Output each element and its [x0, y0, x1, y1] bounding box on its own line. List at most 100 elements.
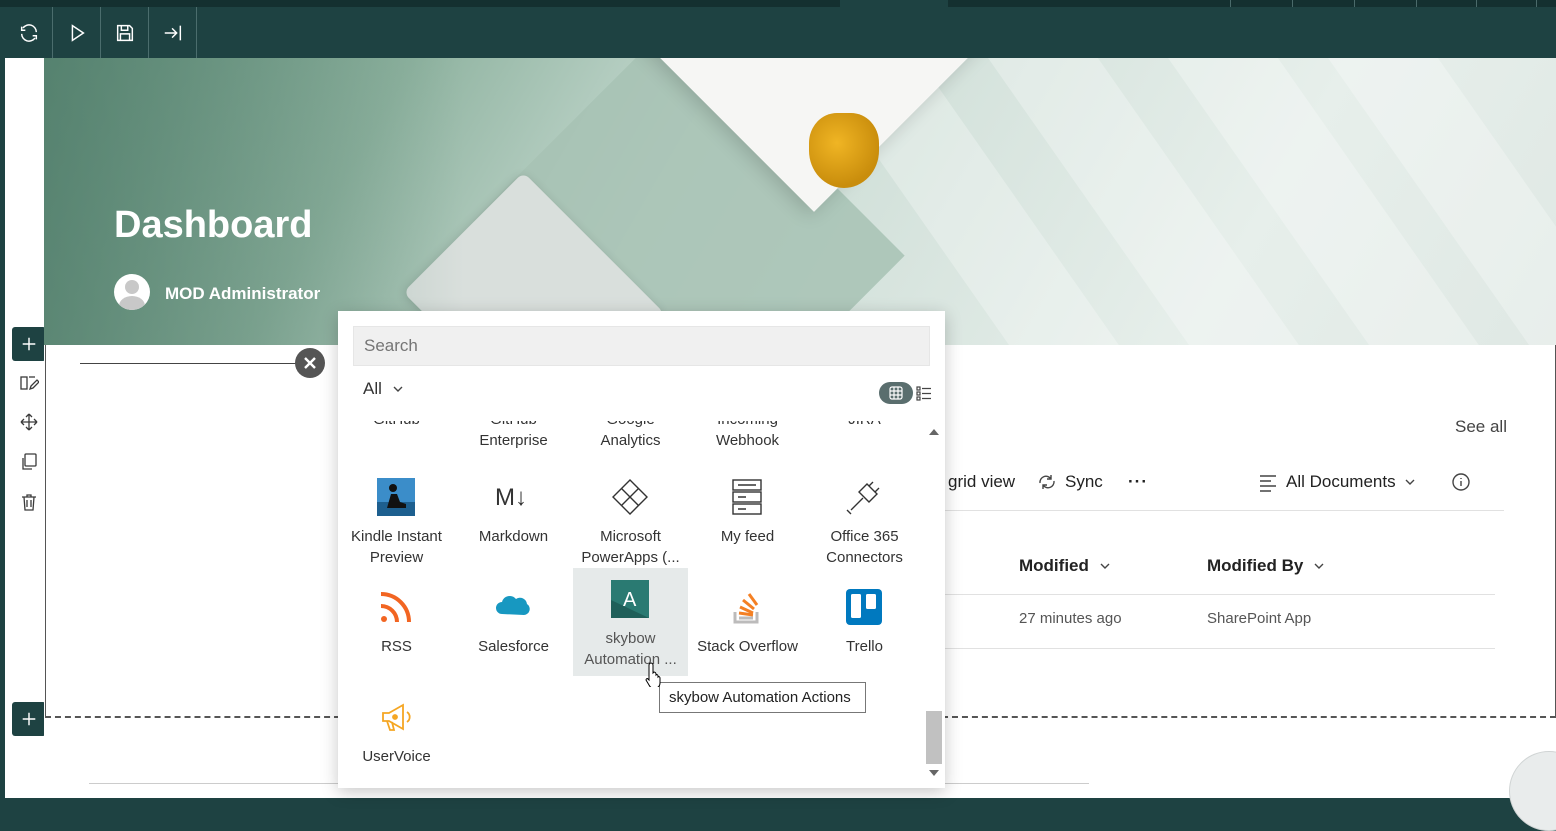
- top-strip-tab: [840, 0, 948, 7]
- move-section-button[interactable]: [17, 410, 41, 434]
- add-section-bottom-button[interactable]: [12, 702, 46, 736]
- duplicate-section-button[interactable]: [17, 450, 41, 474]
- move-icon: [20, 413, 38, 431]
- webpart-tile-markdown[interactable]: M↓ Markdown: [456, 468, 571, 578]
- page-title[interactable]: Dashboard: [114, 204, 312, 247]
- toolbox-scrollbar[interactable]: [926, 421, 942, 788]
- webpart-tile-powerapps[interactable]: Microsoft PowerApps (...: [573, 468, 688, 578]
- webpart-tile-jira[interactable]: JIRA: [807, 421, 922, 456]
- save-icon: [116, 24, 133, 41]
- play-button[interactable]: [53, 7, 101, 58]
- exit-button[interactable]: [149, 7, 197, 58]
- webpart-tile-label: GitHub Enterprise: [479, 421, 548, 449]
- skybow-icon: A: [611, 580, 649, 618]
- webpart-tile-stack-overflow[interactable]: Stack Overflow: [690, 578, 805, 688]
- divider-webpart: [80, 363, 310, 364]
- svg-text:A: A: [623, 589, 637, 611]
- feedback-button[interactable]: [1509, 751, 1556, 831]
- view-selector-label: All Documents: [1286, 472, 1396, 491]
- strip-divider: [1292, 0, 1293, 7]
- sync-icon: [1039, 475, 1055, 489]
- webpart-tile-label: skybow Automation ...: [584, 630, 677, 668]
- grid-icon: [889, 386, 903, 400]
- webpart-tile-my-feed[interactable]: My feed: [690, 468, 805, 578]
- chevron-down-icon: [1405, 479, 1415, 485]
- refresh-icon: [20, 23, 37, 42]
- webpart-tile-label: My feed: [720, 528, 775, 545]
- view-selector[interactable]: All Documents: [1258, 472, 1416, 492]
- webpart-tile-label: Trello: [846, 638, 883, 655]
- list-icon: [916, 386, 931, 401]
- close-icon: [304, 357, 316, 369]
- kindle-icon: [377, 478, 415, 516]
- strip-divider: [1476, 0, 1477, 7]
- svg-text:M↓: M↓: [495, 484, 527, 511]
- webpart-grid: GitHub GitHub Enterprise Google Analytic…: [338, 421, 924, 788]
- webpart-tile-github-enterprise[interactable]: GitHub Enterprise: [456, 421, 571, 456]
- edit-section-icon: [20, 376, 39, 391]
- scroll-down-arrow[interactable]: [929, 770, 939, 776]
- webpart-tile-uservoice[interactable]: UserVoice: [339, 688, 454, 788]
- webpart-tile-skybow[interactable]: A skybow Automation ...: [573, 568, 688, 676]
- webpart-tile-incoming-webhook[interactable]: Incoming Webhook: [690, 421, 805, 456]
- play-icon: [71, 23, 85, 42]
- plug-icon: [845, 478, 883, 516]
- edit-section-button[interactable]: [17, 371, 41, 395]
- strip-divider: [1230, 0, 1231, 7]
- salesforce-icon: [494, 588, 532, 626]
- refresh-button[interactable]: [5, 7, 53, 58]
- chevron-down-icon: [1314, 563, 1324, 569]
- webpart-tile-label: UserVoice: [362, 748, 431, 765]
- view-lines-icon: [1260, 475, 1276, 492]
- column-header-modified-by-label: Modified By: [1207, 556, 1304, 575]
- webpart-tile-label: Microsoft PowerApps (...: [581, 528, 680, 566]
- strip-divider: [1536, 0, 1537, 7]
- top-toolbar: [0, 0, 1556, 58]
- grid-layout-toggle[interactable]: [879, 382, 913, 404]
- strip-divider: [1416, 0, 1417, 7]
- rss-icon: [377, 588, 415, 626]
- grid-view-label: grid view: [948, 472, 1016, 491]
- search-input[interactable]: [353, 326, 930, 366]
- column-header-modified-by[interactable]: Modified By: [1207, 556, 1325, 576]
- webpart-tile-label: Salesforce: [478, 638, 549, 655]
- webpart-tile-office365-connectors[interactable]: Office 365 Connectors: [807, 468, 922, 578]
- save-button[interactable]: [101, 7, 149, 58]
- webpart-tile-google-analytics[interactable]: Google Analytics: [573, 421, 688, 456]
- powerapps-icon: [611, 478, 649, 516]
- tooltip: skybow Automation Actions: [659, 682, 866, 713]
- scroll-thumb[interactable]: [926, 711, 942, 764]
- webpart-tile-label: Markdown: [478, 528, 549, 545]
- chevron-down-icon: [393, 386, 403, 392]
- stackoverflow-icon: [728, 588, 766, 626]
- delete-section-button[interactable]: [17, 490, 41, 514]
- cell-modified-by: SharePoint App: [1207, 610, 1312, 627]
- category-filter[interactable]: All: [363, 379, 404, 399]
- list-divider: [944, 594, 1495, 595]
- webpart-tile-rss[interactable]: RSS: [339, 578, 454, 688]
- scroll-up-arrow[interactable]: [929, 429, 939, 435]
- hero-banner: Dashboard MOD Administrator: [44, 58, 1556, 345]
- list-layout-toggle[interactable]: [916, 385, 932, 401]
- webpart-tile-label: Kindle Instant Preview: [351, 528, 442, 566]
- webpart-tile-github[interactable]: GitHub: [339, 421, 454, 456]
- webpart-tile-kindle[interactable]: Kindle Instant Preview: [339, 468, 454, 578]
- sync-label: Sync: [1065, 472, 1103, 491]
- cell-modified: 27 minutes ago: [1019, 610, 1122, 627]
- grid-view-button[interactable]: grid view: [948, 472, 1015, 492]
- avatar: [114, 274, 150, 310]
- chevron-down-icon: [1100, 563, 1110, 569]
- see-all-link[interactable]: See all: [1455, 417, 1507, 437]
- close-toolbox-button[interactable]: [295, 348, 325, 378]
- author-name: MOD Administrator: [165, 284, 321, 303]
- sync-button[interactable]: Sync: [1037, 472, 1103, 492]
- webpart-tile-salesforce[interactable]: Salesforce: [456, 578, 571, 688]
- more-button[interactable]: ···: [1128, 472, 1148, 492]
- exit-icon: [164, 25, 181, 40]
- webpart-tile-label: GitHub: [341, 421, 452, 430]
- webpart-tile-label: Incoming Webhook: [715, 421, 780, 449]
- info-button[interactable]: [1451, 472, 1471, 492]
- column-header-modified[interactable]: Modified: [1019, 556, 1111, 576]
- webpart-tile-trello[interactable]: Trello: [807, 578, 922, 688]
- add-section-button[interactable]: [12, 327, 46, 361]
